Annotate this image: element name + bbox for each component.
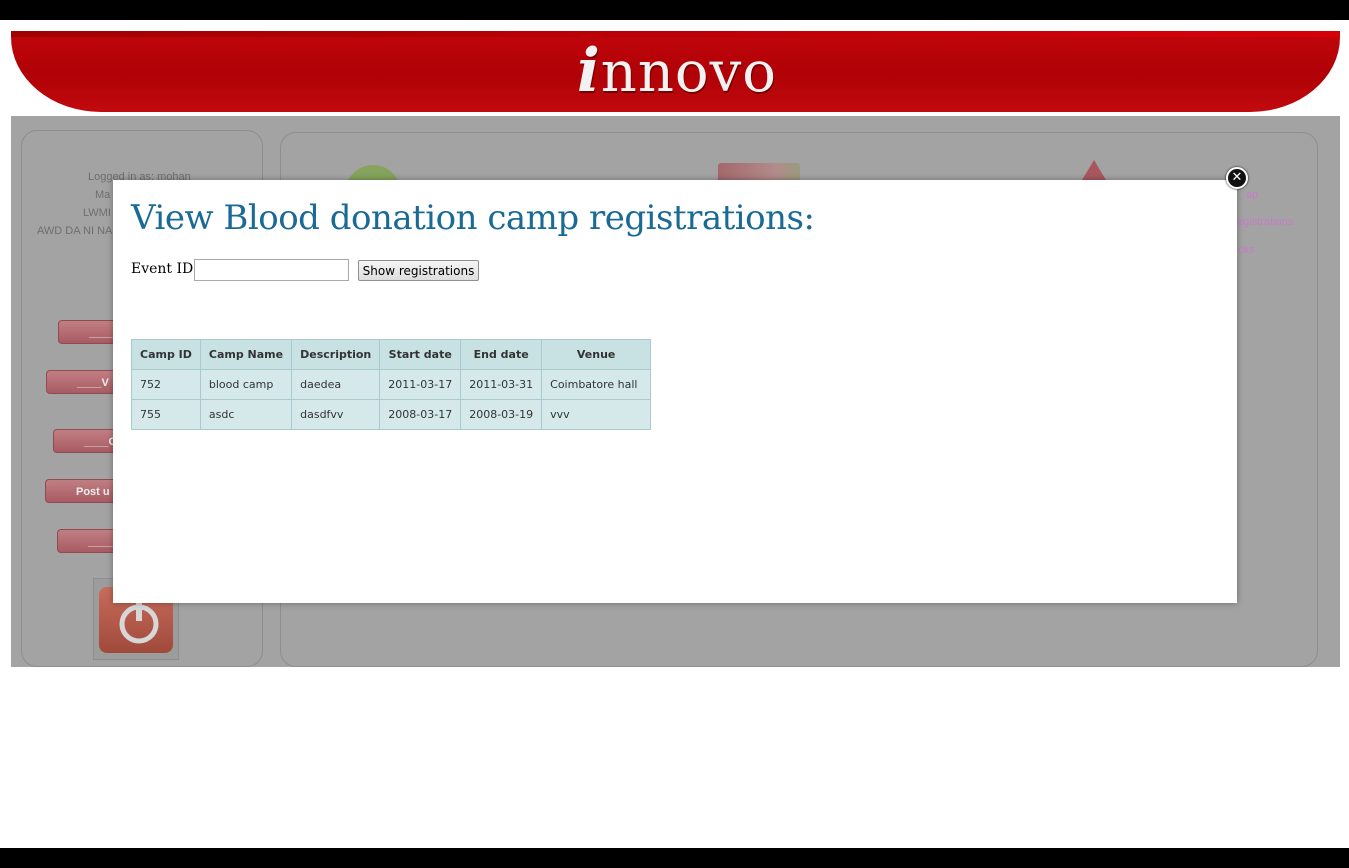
column-header: Camp Name [199,339,293,370]
blood-drop-icon [1082,160,1106,180]
cell-end-date: 2008-03-19 [460,399,543,430]
show-registrations-button[interactable]: Show registrations [358,260,479,281]
cell-description: dasdfvv [291,399,381,430]
column-header: Description [291,339,381,370]
bg-menu-link[interactable]: egistrations [1237,216,1293,228]
cell-camp-id: 752 [131,369,201,400]
table-header-row: Camp ID Camp Name Description Start date… [131,339,652,370]
cell-camp-name: asdc [199,399,293,430]
cell-description: daedea [291,369,381,400]
logo-text: nnovo [600,40,777,105]
user-info-line: AWD DA NI NA [37,225,113,237]
bottom-black-bar [0,848,1349,868]
event-id-input[interactable] [194,259,349,281]
cell-end-date: 2011-03-31 [460,369,543,400]
cell-start-date: 2011-03-17 [379,369,462,400]
registrations-table: Camp ID Camp Name Description Start date… [131,339,652,430]
table-row: 755 asdc dasdfvv 2008-03-17 2008-03-19 v… [131,399,652,430]
column-header: End date [460,339,543,370]
close-modal-icon[interactable]: ✕ [1226,167,1248,189]
innovo-logo: innovo [577,36,777,106]
cell-start-date: 2008-03-17 [379,399,462,430]
column-header: Venue [541,339,652,370]
event-id-label: Event ID: [131,261,198,277]
cell-venue: vvv [541,399,652,430]
user-info-line: Ma [95,189,111,201]
bg-menu-link[interactable]: ap [1246,189,1258,201]
registrations-modal: View Blood donation camp registrations: … [113,180,1237,603]
modal-title: View Blood donation camp registrations: [131,198,815,238]
column-header: Start date [379,339,462,370]
cell-camp-id: 755 [131,399,201,430]
cell-venue: Coimbatore hall [541,369,652,400]
column-header: Camp ID [131,339,201,370]
table-row: 752 blood camp daedea 2011-03-17 2011-03… [131,369,652,400]
top-black-bar [0,0,1349,20]
cell-camp-name: blood camp [199,369,293,400]
menu-icon-book [718,163,800,181]
bg-menu-link[interactable]: cks [1238,244,1255,256]
user-info-line: LWMI [83,207,111,219]
logo-initial: i [577,36,601,106]
